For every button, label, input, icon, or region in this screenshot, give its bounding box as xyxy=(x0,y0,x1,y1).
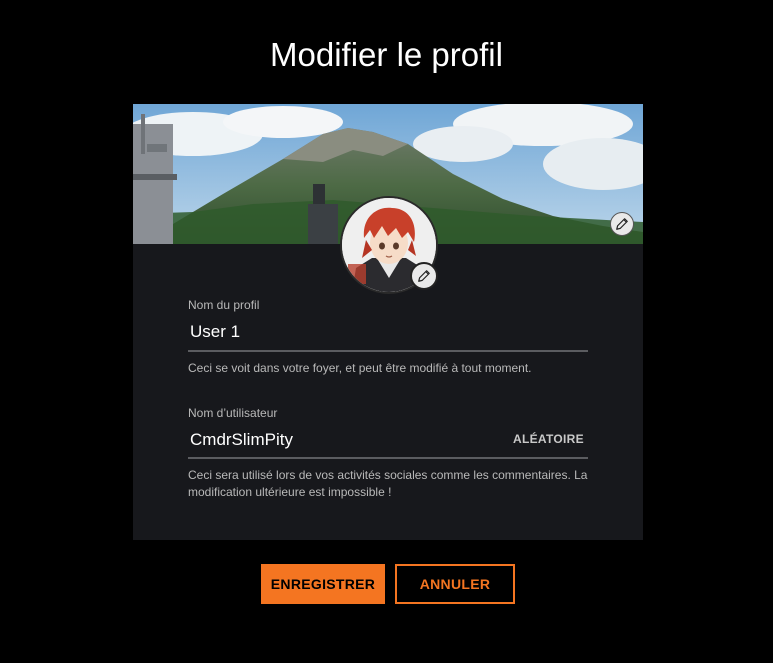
edit-banner-button[interactable] xyxy=(610,212,634,236)
pencil-icon xyxy=(418,270,430,282)
username-underline xyxy=(188,457,588,459)
username-help: Ceci sera utilisé lors de vos activités … xyxy=(188,468,588,499)
profile-name-label: Nom du profil xyxy=(188,298,260,312)
page-title: Modifier le profil xyxy=(270,36,503,73)
profile-name-underline xyxy=(188,350,588,352)
edit-avatar-button[interactable] xyxy=(410,262,438,290)
random-username-button[interactable]: ALÉATOIRE xyxy=(513,432,584,446)
pencil-icon xyxy=(616,218,628,230)
save-button[interactable]: ENREGISTRER xyxy=(261,564,385,604)
profile-card: Nom du profil User 1 Ceci se voit dans v… xyxy=(133,104,643,540)
avatar-container xyxy=(340,196,438,294)
username-input[interactable]: CmdrSlimPity xyxy=(190,430,293,450)
cancel-button[interactable]: ANNULER xyxy=(395,564,515,604)
profile-name-input[interactable]: User 1 xyxy=(190,322,240,342)
profile-name-help: Ceci se voit dans votre foyer, et peut ê… xyxy=(188,361,532,375)
username-label: Nom d’utilisateur xyxy=(188,406,278,420)
